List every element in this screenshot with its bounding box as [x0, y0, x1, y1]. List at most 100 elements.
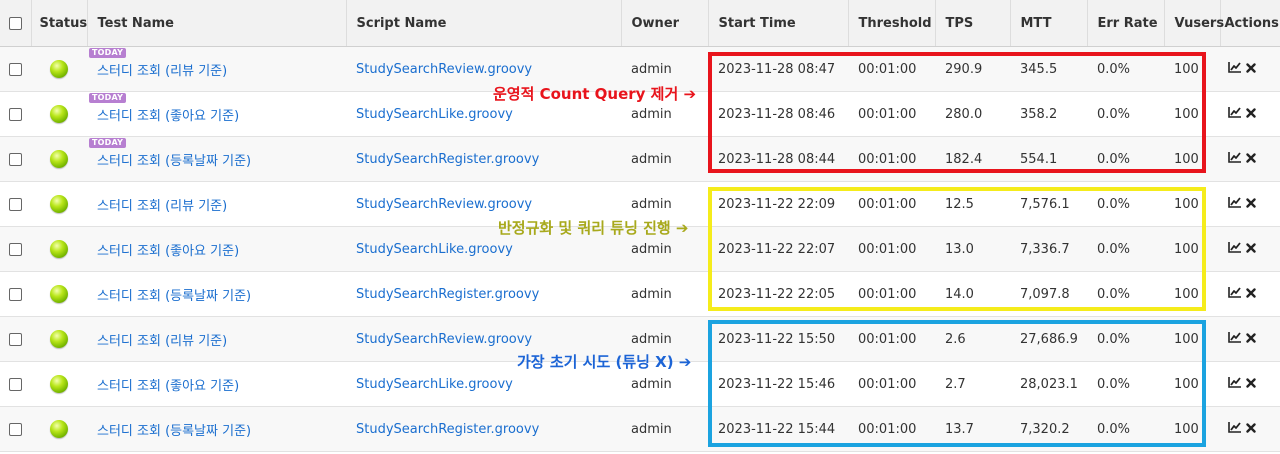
row-checkbox[interactable] — [9, 152, 22, 166]
select-all-header — [0, 0, 32, 47]
test-name-link[interactable]: 스터디 조회 (리뷰 기준) — [97, 64, 227, 79]
test-name-link[interactable]: 스터디 조회 (등록날짜 기준) — [97, 289, 251, 304]
green-ball-icon — [50, 60, 68, 78]
start-time-cell: 2023-11-22 22:07 — [708, 226, 848, 272]
script-name-link[interactable]: StudySearchRegister.groovy — [356, 422, 539, 437]
threshold-cell: 00:01:00 — [848, 316, 935, 362]
test-name-link[interactable]: 스터디 조회 (등록날짜 기준) — [97, 424, 251, 439]
mtt-cell: 7,320.2 — [1010, 406, 1087, 452]
trend-chart-icon[interactable] — [1228, 286, 1242, 302]
close-x-icon[interactable] — [1246, 242, 1256, 257]
close-x-icon[interactable] — [1246, 377, 1256, 392]
vusers-cell: 100 — [1164, 181, 1220, 227]
script-name-cell: StudySearchRegister.groovy — [346, 406, 621, 452]
header-tps[interactable]: TPS — [935, 0, 1011, 47]
mtt-cell: 345.5 — [1010, 46, 1087, 92]
threshold-cell: 00:01:00 — [848, 271, 935, 317]
close-x-icon[interactable] — [1246, 62, 1256, 77]
mtt-cell: 7,097.8 — [1010, 271, 1087, 317]
owner-cell: admin — [621, 136, 708, 182]
test-name-cell: TODAY 스터디 조회 (등록날짜 기준) — [87, 136, 346, 182]
select-all-checkbox[interactable] — [8, 16, 22, 30]
test-name-link[interactable]: 스터디 조회 (좋아요 기준) — [97, 109, 239, 124]
actions-cell — [1220, 136, 1280, 182]
actions-cell — [1220, 271, 1280, 317]
test-name-link[interactable]: 스터디 조회 (좋아요 기준) — [97, 244, 239, 259]
start-time-cell: 2023-11-22 15:46 — [708, 361, 848, 407]
tps-cell: 280.0 — [935, 91, 1010, 137]
close-x-icon[interactable] — [1246, 332, 1256, 347]
header-threshold[interactable]: Threshold — [848, 0, 936, 47]
trend-chart-icon[interactable] — [1228, 376, 1242, 392]
row-checkbox[interactable] — [9, 332, 22, 346]
header-start-time[interactable]: Start Time — [708, 0, 849, 47]
row-checkbox[interactable] — [9, 422, 22, 436]
test-name-link[interactable]: 스터디 조회 (등록날짜 기준) — [97, 154, 251, 169]
err-rate-cell: 0.0% — [1087, 316, 1164, 362]
annotation-blue: 가장 초기 시도 (튜닝 X) ➔ — [517, 353, 692, 371]
test-name-cell: 스터디 조회 (등록날짜 기준) — [87, 406, 346, 452]
row-checkbox[interactable] — [9, 62, 22, 76]
mtt-cell: 28,023.1 — [1010, 361, 1087, 407]
script-name-link[interactable]: StudySearchRegister.groovy — [356, 287, 539, 302]
script-name-link[interactable]: StudySearchReview.groovy — [356, 197, 532, 212]
script-name-link[interactable]: StudySearchLike.groovy — [356, 377, 513, 392]
script-name-link[interactable]: StudySearchReview.groovy — [356, 62, 532, 77]
status-cell — [31, 271, 87, 317]
test-name-link[interactable]: 스터디 조회 (리뷰 기준) — [97, 334, 227, 349]
row-select-cell — [0, 91, 31, 137]
trend-chart-icon[interactable] — [1228, 61, 1242, 77]
close-x-icon[interactable] — [1246, 107, 1256, 122]
close-x-icon[interactable] — [1246, 287, 1256, 302]
vusers-cell: 100 — [1164, 136, 1220, 182]
close-x-icon[interactable] — [1246, 152, 1256, 167]
start-time-cell: 2023-11-28 08:47 — [708, 46, 848, 92]
header-vusers[interactable]: Vusers — [1164, 0, 1224, 47]
header-script-name[interactable]: Script Name — [346, 0, 622, 47]
trend-chart-icon[interactable] — [1228, 421, 1242, 437]
script-name-link[interactable]: StudySearchRegister.groovy — [356, 152, 539, 167]
trend-chart-icon[interactable] — [1228, 106, 1242, 122]
table-row[interactable]: 스터디 조회 (등록날짜 기준) StudySearchRegister.groo… — [0, 406, 1280, 452]
test-name-link[interactable]: 스터디 조회 (리뷰 기준) — [97, 199, 227, 214]
table-row[interactable]: TODAY 스터디 조회 (등록날짜 기준) StudySearchRegister… — [0, 136, 1280, 182]
header-owner[interactable]: Owner — [621, 0, 709, 47]
status-cell — [31, 406, 87, 452]
row-select-cell — [0, 361, 31, 407]
err-rate-cell: 0.0% — [1087, 406, 1164, 452]
script-name-cell: StudySearchRegister.groovy — [346, 136, 621, 182]
trend-chart-icon[interactable] — [1228, 196, 1242, 212]
tps-cell: 14.0 — [935, 271, 1010, 317]
close-x-icon[interactable] — [1246, 197, 1256, 212]
script-name-link[interactable]: StudySearchLike.groovy — [356, 242, 513, 257]
trend-chart-icon[interactable] — [1228, 331, 1242, 347]
header-test-name[interactable]: Test Name — [87, 0, 347, 47]
start-time-cell: 2023-11-28 08:44 — [708, 136, 848, 182]
row-checkbox[interactable] — [9, 377, 22, 391]
header-actions: Actions — [1220, 0, 1280, 47]
test-name-cell: 스터디 조회 (등록날짜 기준) — [87, 271, 346, 317]
script-name-link[interactable]: StudySearchLike.groovy — [356, 107, 513, 122]
trend-chart-icon[interactable] — [1228, 151, 1242, 167]
header-mtt[interactable]: MTT — [1010, 0, 1088, 47]
trend-chart-icon[interactable] — [1228, 241, 1242, 257]
row-checkbox[interactable] — [9, 242, 22, 256]
row-checkbox[interactable] — [9, 107, 22, 121]
test-name-cell: 스터디 조회 (좋아요 기준) — [87, 226, 346, 272]
close-x-icon[interactable] — [1246, 422, 1256, 437]
actions-cell — [1220, 361, 1280, 407]
table-header-row: Status Test Name Script Name Owner Start… — [0, 0, 1280, 47]
script-name-cell: StudySearchRegister.groovy — [346, 271, 621, 317]
err-rate-cell: 0.0% — [1087, 226, 1164, 272]
script-name-link[interactable]: StudySearchReview.groovy — [356, 332, 532, 347]
row-checkbox[interactable] — [9, 197, 22, 211]
table-row[interactable]: 스터디 조회 (등록날짜 기준) StudySearchRegister.groo… — [0, 271, 1280, 317]
header-status[interactable]: Status — [31, 0, 88, 47]
row-checkbox[interactable] — [9, 287, 22, 301]
annotation-yellow: 반정규화 및 쿼리 튜닝 진행 ➔ — [498, 219, 689, 237]
vusers-cell: 100 — [1164, 271, 1220, 317]
test-name-link[interactable]: 스터디 조회 (좋아요 기준) — [97, 379, 239, 394]
header-err-rate[interactable]: Err Rate — [1087, 0, 1165, 47]
test-name-cell: 스터디 조회 (리뷰 기준) — [87, 316, 346, 362]
start-time-cell: 2023-11-22 15:50 — [708, 316, 848, 362]
